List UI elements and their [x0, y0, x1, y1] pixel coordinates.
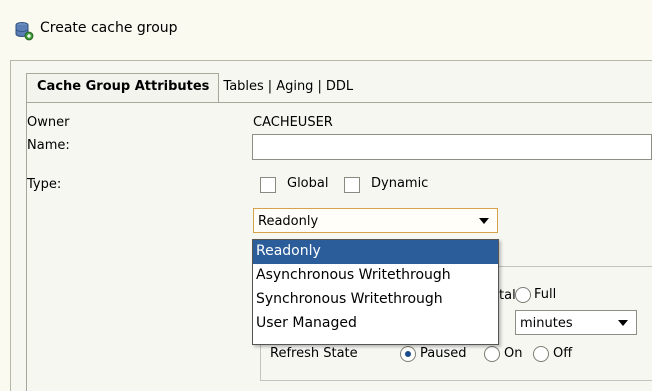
tab-aging[interactable]: Aging: [272, 73, 317, 103]
global-label: Global: [287, 176, 329, 191]
dynamic-checkbox[interactable]: [344, 177, 360, 193]
name-input[interactable]: [252, 134, 652, 160]
type-option-synchronous-writethrough[interactable]: Synchronous Writethrough: [253, 288, 498, 312]
off-label: Off: [553, 346, 573, 361]
name-label: Name:: [27, 138, 70, 153]
window-title: Create cache group: [40, 20, 178, 36]
type-select-value: Readonly: [258, 214, 319, 229]
on-label: On: [504, 346, 523, 361]
refresh-units-value: minutes: [520, 316, 573, 331]
paused-label: Paused: [420, 346, 467, 361]
full-radio[interactable]: [515, 287, 531, 303]
refresh-state-label: Refresh State: [270, 346, 358, 361]
type-label: Type:: [27, 177, 62, 192]
type-select[interactable]: Readonly: [253, 208, 498, 233]
type-option-user-managed[interactable]: User Managed: [253, 312, 498, 336]
on-radio[interactable]: [484, 346, 500, 362]
global-checkbox[interactable]: [260, 177, 276, 193]
chevron-down-icon: [479, 218, 489, 224]
incremental-label: tal: [499, 288, 516, 303]
tab-tables[interactable]: Tables: [219, 73, 267, 103]
refresh-units-select[interactable]: minutes: [515, 310, 637, 335]
owner-label: Owner: [27, 115, 70, 130]
tab-ddl[interactable]: DDL: [322, 73, 357, 103]
tab-cache-group-attributes[interactable]: Cache Group Attributes: [26, 73, 220, 103]
type-option-readonly[interactable]: Readonly: [253, 240, 498, 264]
type-dropdown-list: Readonly Asynchronous Writethrough Synch…: [252, 239, 499, 345]
database-icon: [15, 22, 34, 41]
owner-value: CACHEUSER: [253, 115, 333, 130]
paused-radio[interactable]: [400, 346, 416, 362]
off-radio[interactable]: [533, 346, 549, 362]
title-bar: Create cache group: [0, 0, 652, 60]
dynamic-label: Dynamic: [371, 176, 429, 191]
tab-bar: Cache Group Attributes Tables | Aging | …: [26, 73, 357, 103]
chevron-down-icon: [618, 320, 628, 326]
type-option-asynchronous-writethrough[interactable]: Asynchronous Writethrough: [253, 264, 498, 288]
full-label: Full: [534, 287, 557, 302]
